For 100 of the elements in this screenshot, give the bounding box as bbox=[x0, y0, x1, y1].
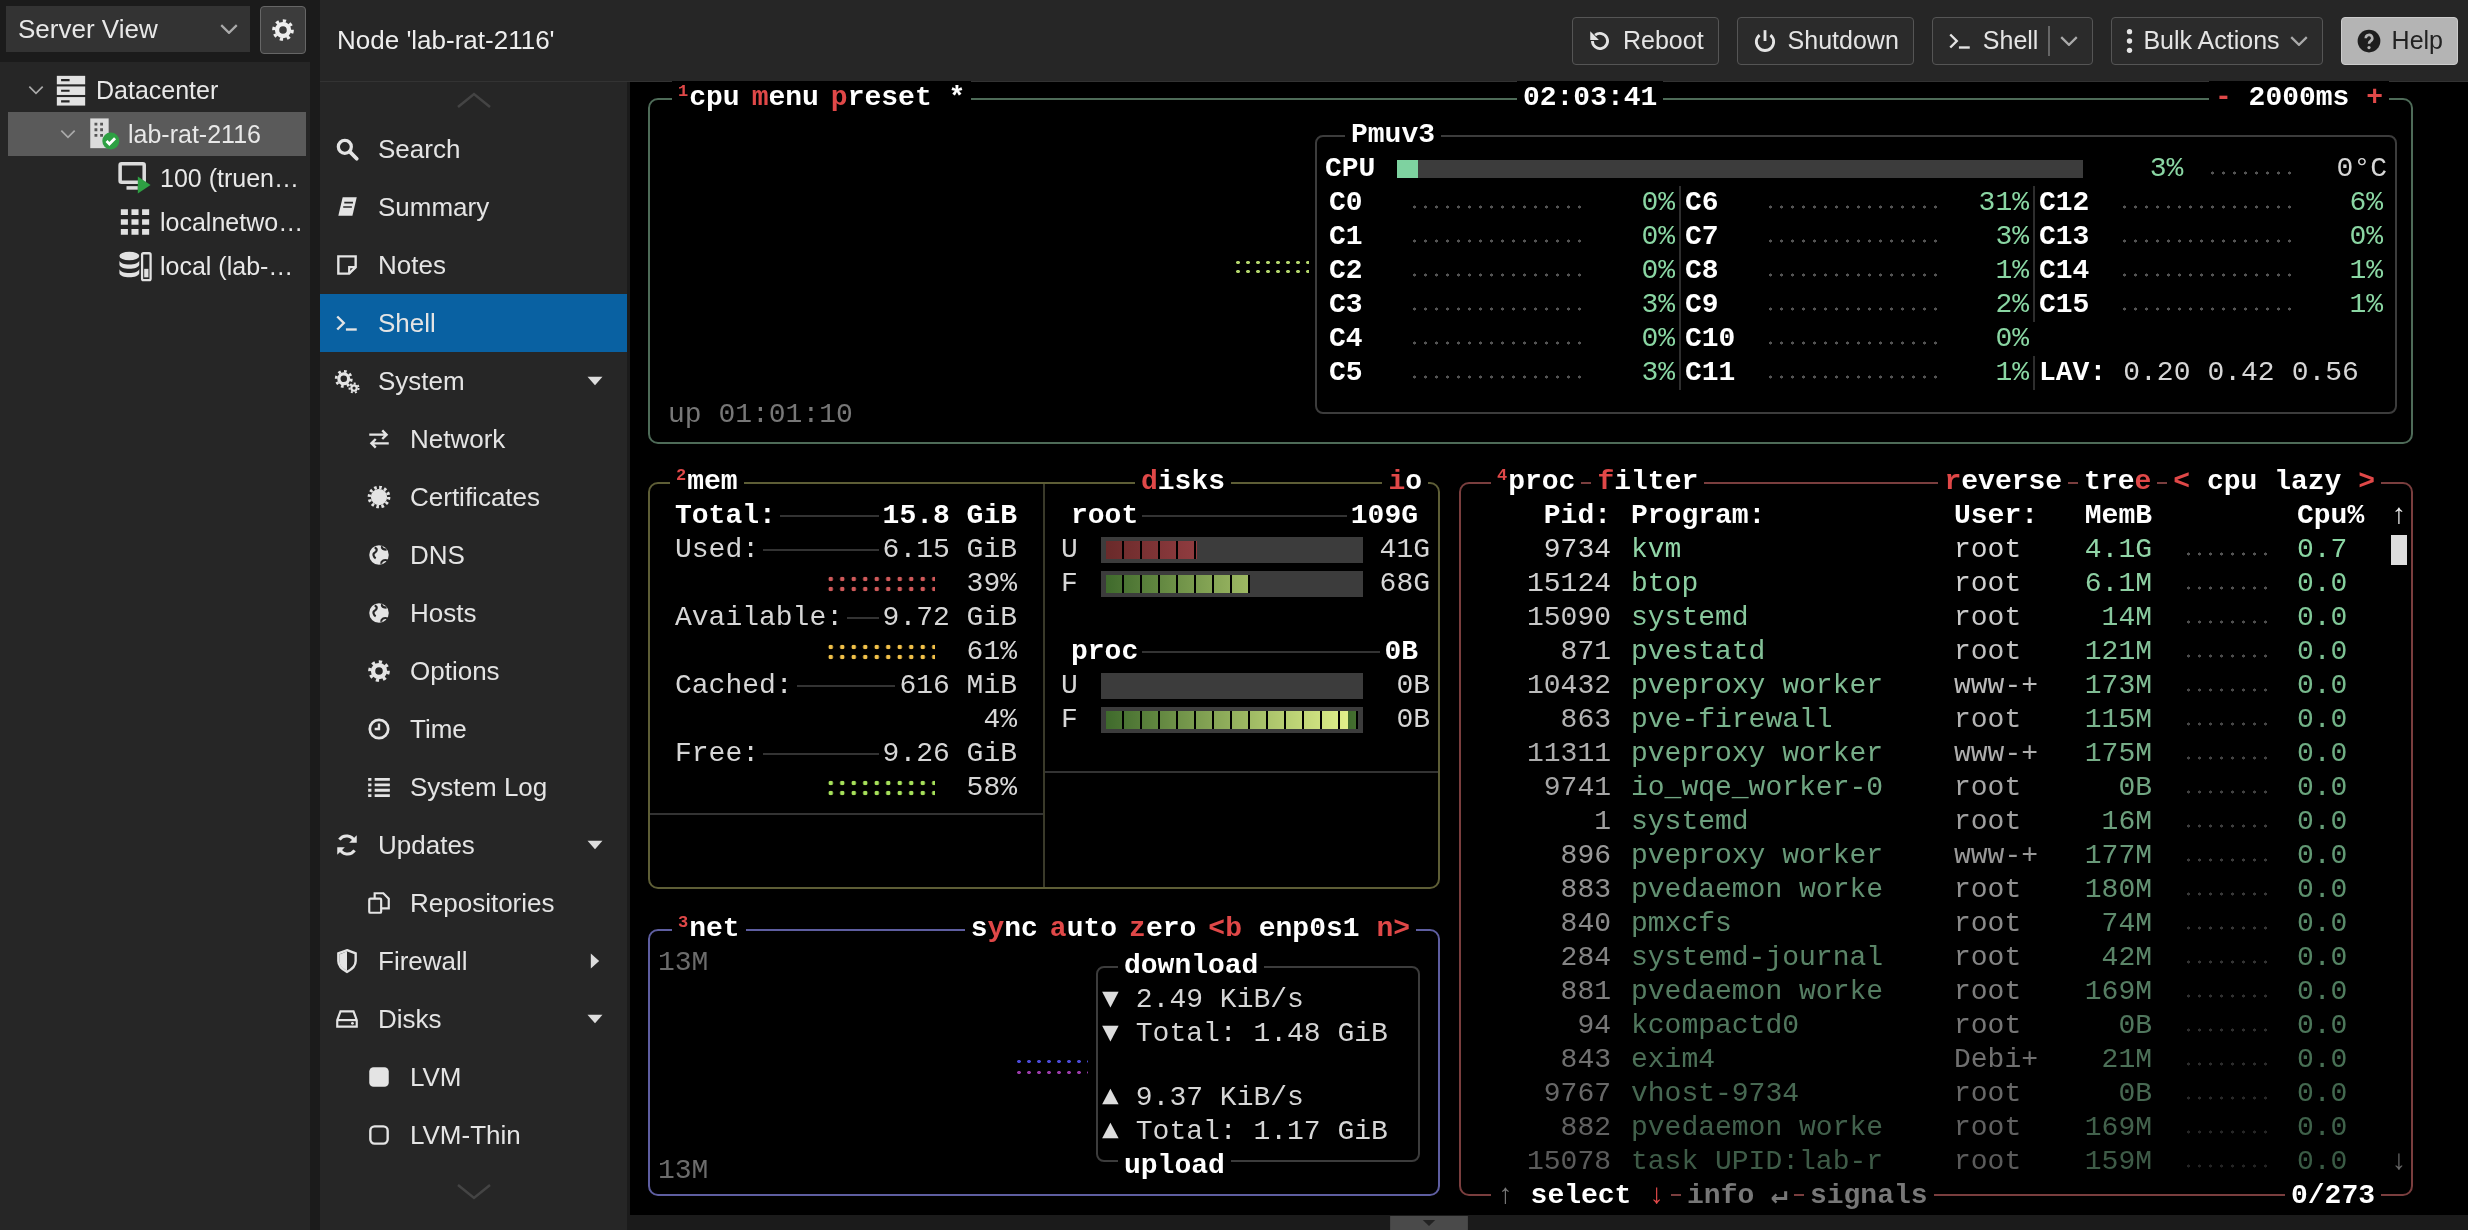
program-cell-text: kcompactd0 bbox=[1630, 1009, 1801, 1043]
toolbar-button[interactable]: Shutdown bbox=[1736, 16, 1914, 65]
cpu-cell-text: 0.0 bbox=[2297, 737, 2349, 771]
tree-item[interactable]: 100 (truen… bbox=[8, 156, 306, 200]
pid-cell-text: 883 bbox=[1559, 873, 1611, 907]
core-label: C11 bbox=[1685, 356, 1737, 390]
pid-cell-text: 11311 bbox=[1526, 737, 1611, 771]
core-label: C12 bbox=[2039, 186, 2091, 220]
nav-item[interactable]: LVM-Thin bbox=[320, 1106, 627, 1164]
program-cell-text: pmxcfs bbox=[1630, 907, 1733, 941]
user-cell-text: root bbox=[1953, 567, 2023, 601]
memory-percent: 61% bbox=[965, 635, 1017, 669]
download-arrow: ▼ bbox=[1102, 983, 1119, 1017]
nav-item[interactable]: Firewall bbox=[320, 932, 627, 990]
cpu-cell-text: 0.0 bbox=[2297, 805, 2349, 839]
program-cell-text: exim4 bbox=[1630, 1043, 1716, 1077]
memory-cell-text: 121M bbox=[2083, 635, 2152, 669]
load-value: 0.56 bbox=[2291, 356, 2359, 390]
nav-item[interactable]: Summary bbox=[320, 178, 627, 236]
core-label: C10 bbox=[1685, 322, 1737, 356]
cpu-cell-text: 0.0 bbox=[2297, 601, 2349, 635]
chevron-icon bbox=[220, 24, 238, 34]
core-label: C8 bbox=[1685, 254, 1720, 288]
gear-icon bbox=[366, 658, 392, 684]
nav-item[interactable]: Shell bbox=[320, 294, 627, 352]
scroll-down-arrow[interactable]: ↓ bbox=[2390, 1145, 2408, 1179]
scrollbar-thumb[interactable] bbox=[2391, 535, 2407, 565]
column-header[interactable]: User: bbox=[1934, 499, 2034, 533]
nav-item[interactable]: Network bbox=[320, 410, 627, 468]
user-cell-text: root bbox=[1953, 907, 2023, 941]
tree-item[interactable]: localnetwo… bbox=[8, 200, 306, 244]
pid-cell-text: 94 bbox=[1576, 1009, 1611, 1043]
toolbar-button[interactable]: Help bbox=[2340, 16, 2458, 65]
column-header[interactable]: Pid: bbox=[1461, 499, 1611, 533]
view-select[interactable]: Server View bbox=[6, 6, 250, 52]
core-label: C9 bbox=[1685, 288, 1720, 322]
program-cell-text: vhost-9734 bbox=[1630, 1077, 1801, 1111]
nav-item[interactable]: Time bbox=[320, 700, 627, 758]
disk-size: 109G bbox=[1350, 499, 1418, 533]
memory-cell-text: 74M bbox=[2100, 907, 2152, 941]
shield-icon bbox=[334, 948, 360, 974]
memory-cell-text: 6.1M bbox=[2083, 567, 2152, 601]
program-cell-text: pve-firewall bbox=[1630, 703, 1834, 737]
nav-item[interactable]: Repositories bbox=[320, 874, 627, 932]
core-label: C14 bbox=[2039, 254, 2091, 288]
memory-cell-text: 21M bbox=[2100, 1043, 2152, 1077]
core-percent: 31% bbox=[1977, 186, 2029, 220]
nav-item[interactable]: Updates bbox=[320, 816, 627, 874]
nav-item[interactable]: System Log bbox=[320, 758, 627, 816]
cpu-cell-text: 0.0 bbox=[2297, 771, 2349, 805]
cpu-cell-text: 0.0 bbox=[2297, 1111, 2349, 1145]
page-title: Node 'lab-rat-2116' bbox=[337, 25, 555, 56]
core-label: C1 bbox=[1329, 220, 1364, 254]
column-header[interactable]: MemB bbox=[2034, 499, 2152, 533]
program-cell-text: systemd bbox=[1630, 601, 1750, 635]
nav-item[interactable]: System bbox=[320, 352, 627, 410]
nav-item[interactable]: DNS bbox=[320, 526, 627, 584]
column-header[interactable]: Cpu% bbox=[2297, 499, 2387, 533]
filled-square-icon bbox=[366, 1064, 392, 1090]
memory-cell-text: 175M bbox=[2083, 737, 2152, 771]
bar-value: 0B bbox=[1395, 703, 1430, 737]
tree-item[interactable]: local (lab-… bbox=[8, 244, 306, 288]
nav-item[interactable]: Disks bbox=[320, 990, 627, 1048]
nav-item[interactable]: Certificates bbox=[320, 468, 627, 526]
memory-label: Available: bbox=[675, 601, 844, 635]
pid-cell-text: 871 bbox=[1559, 635, 1611, 669]
settings-button[interactable] bbox=[260, 6, 306, 54]
nav-item[interactable]: Hosts bbox=[320, 584, 627, 642]
core-percent: 0% bbox=[1994, 322, 2029, 356]
nav-item[interactable]: Search bbox=[320, 120, 627, 178]
bar-value: 41G bbox=[1378, 533, 1430, 567]
traffic-value: Total: 1.48 GiB bbox=[1135, 1017, 1388, 1051]
memory-cell-text: 0B bbox=[2117, 1077, 2152, 1111]
core-label: C4 bbox=[1329, 322, 1364, 356]
nav-item[interactable]: Notes bbox=[320, 236, 627, 294]
core-percent: 0% bbox=[2348, 220, 2383, 254]
core-label: C3 bbox=[1329, 288, 1364, 322]
memory-value: 9.26 GiB bbox=[882, 737, 1017, 771]
program-cell-text: pvedaemon worke bbox=[1630, 1111, 1885, 1145]
memory-percent: 4% bbox=[982, 703, 1017, 737]
toolbar-button[interactable]: Shell bbox=[1931, 16, 2094, 65]
memory-label: Used: bbox=[675, 533, 759, 567]
cpu-cell-text: 0.0 bbox=[2297, 669, 2349, 703]
core-percent: 6% bbox=[2348, 186, 2383, 220]
toolbar-button[interactable]: Reboot bbox=[1571, 16, 1719, 65]
cpu-label: CPU bbox=[1325, 152, 1376, 186]
upload-arrow: ▲ bbox=[1102, 1081, 1119, 1115]
tree-item[interactable]: Datacenter bbox=[8, 68, 306, 112]
globe-icon bbox=[366, 542, 392, 568]
scroll-up-arrow[interactable]: ↑ bbox=[2387, 499, 2411, 533]
temperature-text: 0°C bbox=[2335, 152, 2387, 186]
nav-item[interactable]: LVM bbox=[320, 1048, 627, 1106]
toolbar-button[interactable]: Bulk Actions bbox=[2111, 16, 2323, 65]
gears-icon bbox=[334, 368, 360, 394]
column-header[interactable]: Program: bbox=[1611, 499, 1934, 533]
pid-cell-text: 1 bbox=[1593, 805, 1611, 839]
tree-item[interactable]: lab-rat-2116 bbox=[8, 112, 306, 156]
core-percent: 3% bbox=[1640, 288, 1675, 322]
nav-item[interactable]: Options bbox=[320, 642, 627, 700]
cpu-cell-text: 0.0 bbox=[2297, 703, 2349, 737]
